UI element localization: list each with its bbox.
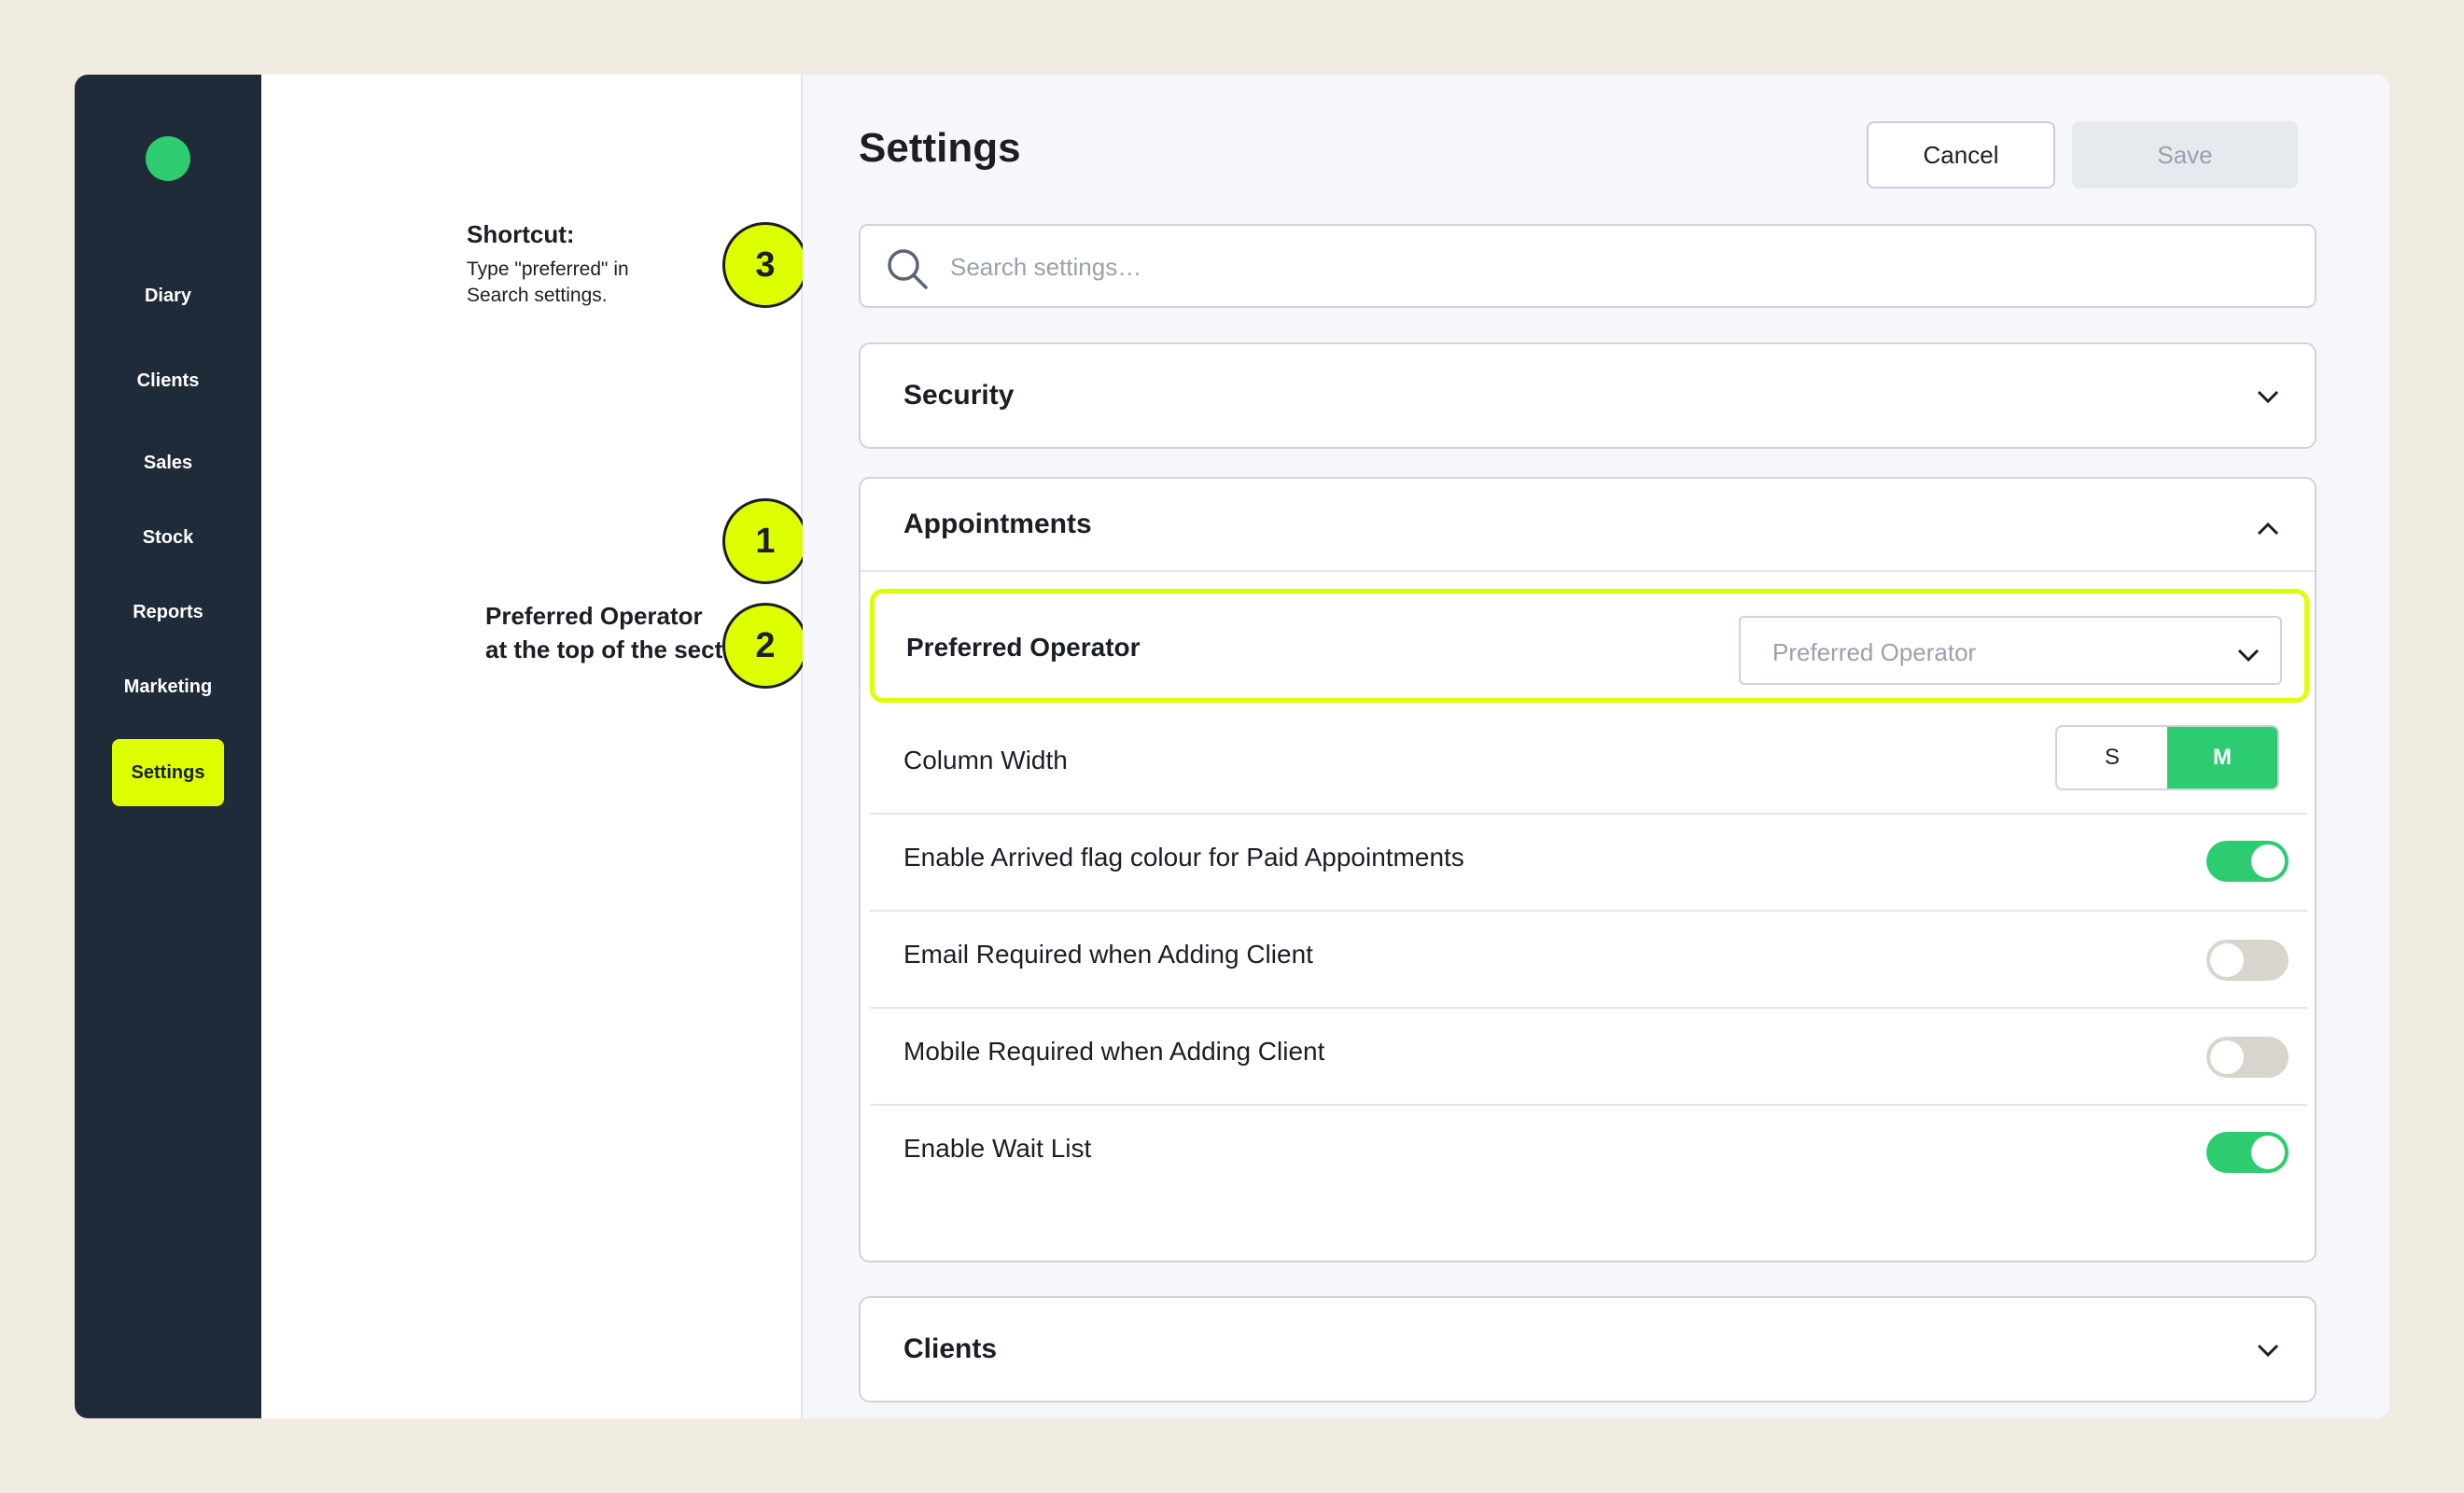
search-box[interactable] — [859, 224, 2317, 308]
sidebar-item-diary[interactable]: Diary — [112, 262, 224, 329]
section-clients-header[interactable]: Clients — [861, 1298, 2315, 1401]
setting-label: Enable Wait List — [903, 1134, 1092, 1163]
sidebar-item-settings[interactable]: Settings — [112, 739, 224, 806]
preferred-operator-label: Preferred Operator — [906, 633, 1141, 662]
cancel-button[interactable]: Cancel — [1867, 121, 2055, 188]
section-title: Security — [903, 380, 1015, 411]
sidebar-item-sales[interactable]: Sales — [112, 429, 224, 496]
mobile-required-toggle[interactable] — [2206, 1037, 2289, 1078]
logo — [146, 136, 190, 181]
wait-list-toggle[interactable] — [2206, 1132, 2289, 1173]
sidebar-item-marketing[interactable]: Marketing — [112, 653, 224, 720]
sidebar-item-clients[interactable]: Clients — [112, 347, 224, 414]
sidebar-item-label: Clients — [136, 370, 200, 391]
toggle-knob — [2210, 1040, 2244, 1074]
shortcut-title: Shortcut: — [467, 220, 575, 248]
setting-label: Email Required when Adding Client — [903, 940, 1313, 969]
section-security-header[interactable]: Security — [861, 344, 2315, 447]
sidebar-item-label: Sales — [143, 452, 193, 473]
chevron-down-icon — [2257, 1344, 2279, 1358]
sidebar-item-reports[interactable]: Reports — [112, 579, 224, 646]
sidebar-item-label: Settings — [131, 761, 205, 783]
setting-row-email-required: Email Required when Adding Client — [870, 912, 2307, 1009]
setting-row-wait-list: Enable Wait List — [870, 1106, 2307, 1203]
search-icon — [888, 249, 928, 289]
search-input[interactable] — [950, 239, 2294, 295]
preferred-operator-highlight: Preferred Operator Preferred Operator — [870, 589, 2309, 703]
setting-row-column-width: Column Width S M — [870, 706, 2307, 815]
setting-row-arrived-flag: Enable Arrived flag colour for Paid Appo… — [870, 815, 2307, 912]
section-appointments: Appointments Preferred Operator Preferre… — [859, 477, 2317, 1263]
sidebar: Diary Clients Sales Stock Reports Market… — [75, 75, 261, 1418]
toggle-knob — [2251, 844, 2285, 878]
callout-marker-2: 2 — [722, 603, 808, 689]
setting-label: Mobile Required when Adding Client — [903, 1037, 1325, 1066]
section-title: Clients — [903, 1333, 998, 1364]
sidebar-item-label: Marketing — [123, 676, 213, 697]
toggle-knob — [2251, 1136, 2285, 1169]
callout-marker-3: 3 — [722, 222, 808, 308]
sidebar-item-stock[interactable]: Stock — [112, 504, 224, 571]
preferred-operator-select[interactable]: Preferred Operator — [1739, 616, 2282, 685]
shortcut-line-1: Type "preferred" in — [467, 258, 629, 280]
column-width-option-s[interactable]: S — [2057, 727, 2167, 788]
save-button[interactable]: Save — [2072, 121, 2298, 188]
app-window: Diary Clients Sales Stock Reports Market… — [75, 75, 2389, 1418]
section-appointments-header[interactable]: Appointments — [861, 479, 2315, 572]
setting-row-mobile-required: Mobile Required when Adding Client — [870, 1009, 2307, 1106]
annotation-pane: Shortcut: Type "preferred" in Search set… — [261, 75, 808, 1418]
sidebar-item-label: Stock — [142, 526, 194, 548]
section-title: Appointments — [903, 509, 1092, 539]
shortcut-line-2: Search settings. — [467, 285, 608, 306]
settings-panel: Settings Cancel Save Security Appointmen… — [803, 75, 2389, 1418]
section-security: Security — [859, 342, 2317, 449]
column-width-toggle-group: S M — [2055, 725, 2279, 790]
section-clients: Clients — [859, 1296, 2317, 1402]
page-title: Settings — [859, 125, 1021, 171]
setting-label: Enable Arrived flag colour for Paid Appo… — [903, 843, 1464, 872]
email-required-toggle[interactable] — [2206, 940, 2289, 981]
toggle-knob — [2210, 943, 2244, 977]
sidebar-item-label: Reports — [133, 601, 203, 622]
column-width-option-m[interactable]: M — [2167, 727, 2277, 788]
arrived-flag-toggle[interactable] — [2206, 841, 2289, 882]
callout-marker-1: 1 — [722, 498, 808, 584]
sidebar-item-label: Diary — [144, 285, 192, 306]
preferred-note-line-1: Preferred Operator — [485, 602, 703, 630]
chevron-up-icon — [2257, 522, 2279, 536]
chevron-down-icon — [2237, 649, 2260, 663]
chevron-down-icon — [2257, 390, 2279, 404]
setting-label: Column Width — [903, 746, 1068, 774]
select-placeholder: Preferred Operator — [1772, 638, 1977, 666]
